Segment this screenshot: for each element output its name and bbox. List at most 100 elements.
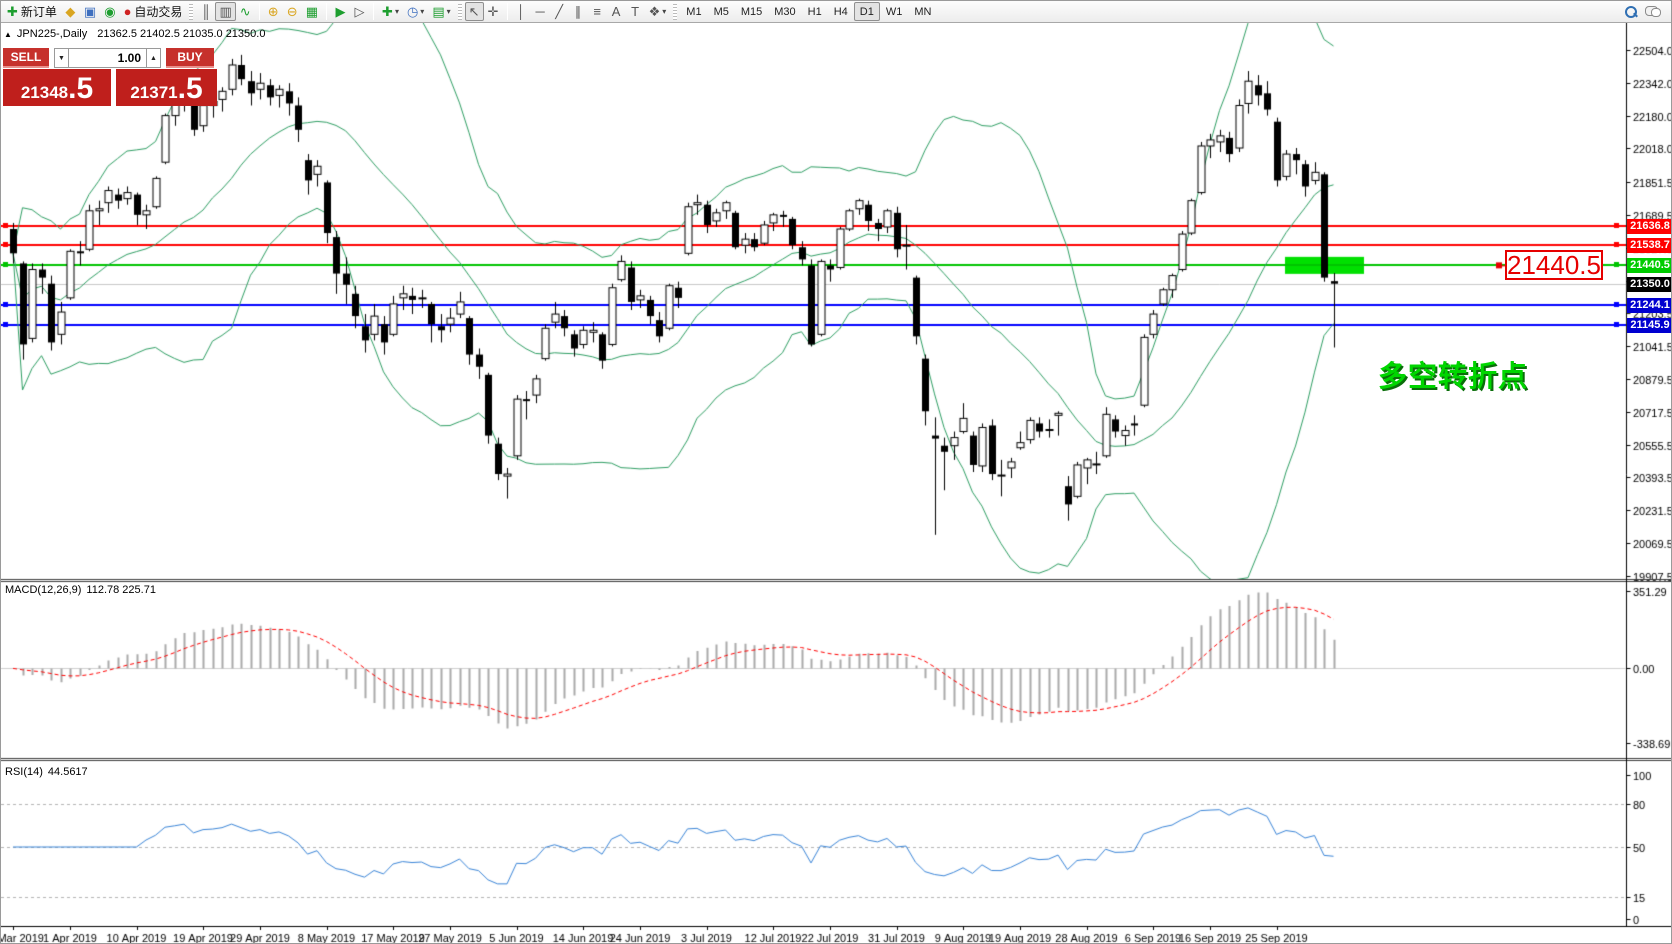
rsi-name: RSI(14) <box>5 766 43 778</box>
macd-name: MACD(12,26,9) <box>5 584 81 596</box>
volume-up-button[interactable]: ▲ <box>146 48 161 68</box>
chevron-down-icon: ▾ <box>662 7 666 16</box>
chart-shift-button[interactable]: ▷ <box>350 2 369 21</box>
chart-line-button[interactable]: ∿ <box>236 2 255 21</box>
sell-price[interactable]: 21348 .5 <box>3 69 111 106</box>
toolbar-separator <box>259 3 260 20</box>
tf-d1-button[interactable]: D1 <box>854 2 880 21</box>
tile-windows-button[interactable]: ▦ <box>302 2 322 21</box>
price-line-label: 21350.0 <box>1627 277 1672 292</box>
chart-title: ▲ JPN225-,Daily 21362.5 21402.5 21035.0 … <box>4 28 265 40</box>
macd-values: 112.78 225.71 <box>86 584 156 596</box>
market-button[interactable]: ▣ <box>80 2 100 21</box>
tf-m1-button[interactable]: M1 <box>680 2 707 21</box>
cursor-button[interactable]: ↖ <box>465 2 484 21</box>
chevron-down-icon: ▾ <box>447 7 451 16</box>
tile-windows-icon: ▦ <box>306 5 318 18</box>
new-order-icon: ✚ <box>7 5 18 18</box>
text-annotation[interactable]: 多空转折点 <box>1378 353 1528 395</box>
tf-m30-button[interactable]: M30 <box>768 2 801 21</box>
zoom-out-button[interactable]: ⊖ <box>283 2 302 21</box>
tf-w1-button[interactable]: W1 <box>880 2 909 21</box>
chart-bars-icon: ║ <box>201 5 210 18</box>
cursor-icon: ↖ <box>469 5 480 18</box>
fibonacci-icon: ≡ <box>593 5 601 18</box>
volume-input[interactable]: 1.00 <box>69 48 146 68</box>
zoom-in-icon: ⊕ <box>268 5 279 18</box>
rsi-value: 44.5617 <box>48 766 88 778</box>
clock-icon: ◷ <box>407 5 418 18</box>
sell-button[interactable]: SELL <box>3 48 49 68</box>
autoscroll-button[interactable]: ▶ <box>331 2 350 21</box>
toolbar-grip <box>458 4 462 20</box>
autoscroll-icon: ▶ <box>336 5 346 18</box>
vertical-line-button[interactable]: │ <box>512 2 531 21</box>
autotrading-label: 自动交易 <box>134 3 182 20</box>
one-click-trading-panel: SELL ▼ 1.00 ▲ BUY 21348 .5 21371 .5 <box>3 48 217 106</box>
periods-button[interactable]: ◷▾ <box>403 2 428 21</box>
chevron-down-icon: ▾ <box>395 7 399 16</box>
toolbar-grip <box>673 4 677 20</box>
price-line-label: 21440.5 <box>1627 258 1672 273</box>
chat-icon <box>1645 6 1659 17</box>
signals-icon: ◉ <box>104 5 115 18</box>
text-icon: A <box>612 5 621 18</box>
tf-h4-button[interactable]: H4 <box>828 2 854 21</box>
indicators-button[interactable]: ✚▾ <box>378 2 403 21</box>
new-order-button[interactable]: ✚ 新订单 <box>3 2 61 21</box>
price-callout-box[interactable]: 21440.5 <box>1505 250 1603 280</box>
signals-button[interactable]: ◉ <box>100 2 119 21</box>
mt4-window: ✚ 新订单 ◆ ▣ ◉ ● 自动交易 ║ ▥ ∿ ⊕ ⊖ ▦ ▶ ▷ ✚▾ ◷▾… <box>0 0 1672 944</box>
buy-price[interactable]: 21371 .5 <box>116 69 217 106</box>
collapse-arrow-icon[interactable]: ▲ <box>4 30 12 39</box>
buy-price-main: 21371 <box>130 82 177 104</box>
price-line-label: 21538.7 <box>1627 238 1672 253</box>
tf-h1-button[interactable]: H1 <box>802 2 828 21</box>
arrows-button[interactable]: ❖▾ <box>645 2 671 21</box>
arrows-icon: ❖ <box>649 5 661 18</box>
vertical-line-icon: │ <box>517 5 525 18</box>
chat-button[interactable] <box>1641 2 1663 21</box>
autotrading-icon: ● <box>124 5 132 18</box>
templates-button[interactable]: ▤▾ <box>428 2 454 21</box>
channel-button[interactable]: ∥ <box>569 2 588 21</box>
horizontal-line-icon: ─ <box>536 5 545 18</box>
crosshair-button[interactable]: ✛ <box>484 2 503 21</box>
text-label-button[interactable]: T <box>626 2 645 21</box>
macd-indicator-label: MACD(12,26,9) 112.78 225.71 <box>5 584 156 596</box>
search-button[interactable] <box>1621 2 1641 21</box>
symbol-period-label: JPN225-,Daily <box>17 28 87 40</box>
price-line-label: 21145.9 <box>1627 318 1672 333</box>
toolbar-separator <box>326 3 327 20</box>
fibonacci-button[interactable]: ≡ <box>588 2 607 21</box>
toolbar-separator <box>373 3 374 20</box>
zoom-out-icon: ⊖ <box>287 5 298 18</box>
chevron-down-icon: ▾ <box>420 7 424 16</box>
trendline-button[interactable]: ╱ <box>550 2 569 21</box>
zoom-in-button[interactable]: ⊕ <box>264 2 283 21</box>
volume-down-button[interactable]: ▼ <box>54 48 69 68</box>
templates-icon: ▤ <box>432 5 444 18</box>
horizontal-line-button[interactable]: ─ <box>531 2 550 21</box>
text-label-icon: T <box>631 5 639 18</box>
chart-canvas[interactable] <box>1 23 1672 944</box>
chart-area: ▲ JPN225-,Daily 21362.5 21402.5 21035.0 … <box>1 23 1672 944</box>
chart-line-icon: ∿ <box>240 5 251 18</box>
autotrading-button[interactable]: ● 自动交易 <box>120 2 187 21</box>
price-line-label: 21244.1 <box>1627 298 1672 313</box>
tf-mn-button[interactable]: MN <box>908 2 937 21</box>
toolbar-separator <box>507 3 508 20</box>
tf-m15-button[interactable]: M15 <box>735 2 768 21</box>
toolbar-grip <box>189 4 193 20</box>
buy-button[interactable]: BUY <box>166 48 214 68</box>
crosshair-icon: ✛ <box>488 5 499 18</box>
search-icon <box>1625 6 1637 18</box>
tf-m5-button[interactable]: M5 <box>708 2 735 21</box>
chart-bars-button[interactable]: ║ <box>196 2 215 21</box>
text-button[interactable]: A <box>607 2 626 21</box>
rsi-indicator-label: RSI(14) 44.5617 <box>5 766 88 778</box>
chart-candles-icon: ▥ <box>219 5 231 18</box>
metaeditor-icon: ◆ <box>65 5 75 18</box>
metaeditor-button[interactable]: ◆ <box>61 2 80 21</box>
chart-candles-button[interactable]: ▥ <box>215 2 235 21</box>
